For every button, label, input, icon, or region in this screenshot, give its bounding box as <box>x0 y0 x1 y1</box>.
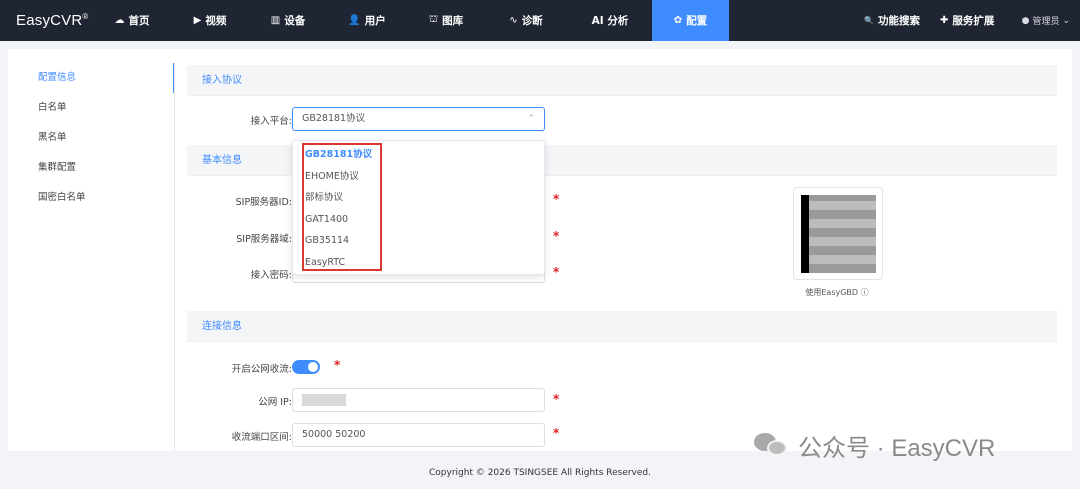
copyright-footer: Copyright © 2026 TSINGSEE All Rights Res… <box>429 468 651 478</box>
nav-gallery[interactable]: ⛫ 图库 <box>420 0 472 41</box>
qr-caption: 使用EasyGBD ⓘ <box>805 288 869 297</box>
sidebar-item-blacklist[interactable]: 黑名单 <box>23 123 175 153</box>
platform-label: 接入平台: <box>250 116 292 127</box>
feature-search-button[interactable]: 🔍 功能搜索 <box>864 0 920 41</box>
sidebar-divider <box>174 63 175 451</box>
platform-select[interactable]: GB28181协议 ⌃ <box>292 107 545 131</box>
search-icon: 🔍 <box>864 16 874 25</box>
qr-code-image <box>801 195 876 273</box>
play-icon: ▶ <box>193 15 202 26</box>
public-ip-field[interactable] <box>292 388 545 412</box>
required-mark: * <box>553 265 560 279</box>
nav-config[interactable]: ✿ 配置 <box>652 0 729 41</box>
nav-user[interactable]: 👤 用户 <box>341 0 393 41</box>
sidebar-item-sm-whitelist[interactable]: 国密白名单 <box>23 183 175 213</box>
required-mark: * <box>553 426 560 440</box>
pulse-icon: ∿ <box>509 15 518 26</box>
sidebar-item-whitelist[interactable]: 白名单 <box>23 93 175 123</box>
gallery-icon: ⛫ <box>428 14 439 25</box>
device-icon: ▥ <box>270 15 281 26</box>
section-header-access: 接入协议 <box>187 65 1057 96</box>
wechat-icon <box>754 431 790 459</box>
toggle-knob <box>308 362 318 372</box>
brand-logo[interactable]: EasyCVR® <box>0 12 106 29</box>
required-mark: * <box>553 392 560 406</box>
public-stream-label: 开启公网收流: <box>231 364 292 375</box>
required-mark: * <box>553 192 560 206</box>
gear-icon: ✿ <box>673 15 683 26</box>
top-navbar: EasyCVR® ☁ 首页 ▶ 视频 ▥ 设备 👤 用户 ⛫ 图库 ∿ 诊断 AI 分析 ✿… <box>0 0 1080 41</box>
chevron-up-icon: ⌃ <box>527 114 535 124</box>
nav-device[interactable]: ▥ 设备 <box>262 0 314 41</box>
redacted-ip <box>302 393 346 406</box>
highlight-box <box>302 143 382 271</box>
puzzle-icon: ✚ <box>940 15 949 26</box>
chevron-down-icon: ⌄ <box>1062 15 1070 26</box>
avatar-icon: ● <box>1021 15 1030 26</box>
wechat-watermark: 公众号 · EasyCVR <box>754 428 995 462</box>
section-header-connect: 连接信息 <box>187 311 1057 342</box>
password-label: 接入密码: <box>250 270 292 281</box>
port-range-field[interactable]: 50000 50200 <box>292 423 545 447</box>
nav-video[interactable]: ▶ 视频 <box>184 0 236 41</box>
sip-id-label: SIP服务器ID: <box>235 197 292 208</box>
required-mark: * <box>334 358 341 372</box>
port-range-label: 收流端口区间: <box>231 432 292 443</box>
qr-code-card <box>793 187 883 280</box>
service-extension-button[interactable]: ✚ 服务扩展 <box>940 0 994 41</box>
public-stream-toggle[interactable] <box>292 360 320 374</box>
required-mark: * <box>553 229 560 243</box>
nav-home[interactable]: ☁ 首页 <box>106 0 158 41</box>
admin-menu[interactable]: ● 管理员 ⌄ <box>1022 0 1070 41</box>
user-icon: 👤 <box>348 15 361 26</box>
nav-diagnose[interactable]: ∿ 诊断 <box>500 0 552 41</box>
sip-domain-label: SIP服务器域: <box>236 234 292 245</box>
dashboard-icon: ☁ <box>114 15 125 26</box>
public-ip-label: 公网 IP: <box>258 397 292 408</box>
sidebar-item-cluster[interactable]: 集群配置 <box>23 153 175 183</box>
nav-ai-analysis[interactable]: AI 分析 <box>578 0 642 41</box>
sidebar-item-config-info[interactable]: 配置信息 <box>23 63 175 93</box>
config-sidebar: 配置信息 白名单 黑名单 集群配置 国密白名单 <box>23 63 175 213</box>
